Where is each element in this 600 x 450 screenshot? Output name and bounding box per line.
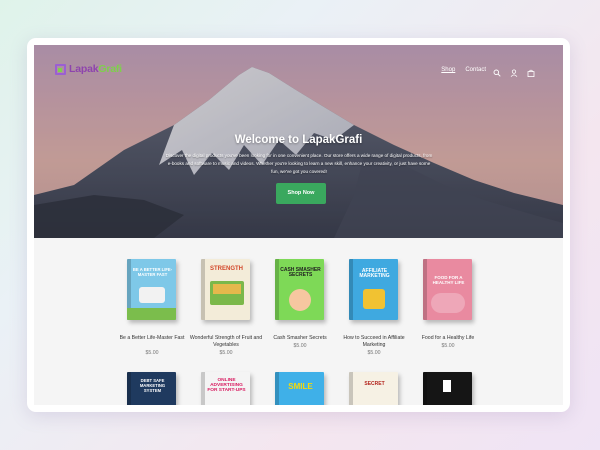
shop-now-button[interactable]: Shop Now (276, 183, 326, 204)
cover-title: STRENGTH (210, 266, 243, 272)
search-icon[interactable] (493, 64, 501, 77)
header-icons (493, 64, 535, 77)
cover-title: SECRET (364, 381, 385, 387)
cover-title: DEBT SAFE MARKETING SYSTEM (139, 378, 166, 393)
product-price: $5.00 (219, 350, 233, 356)
product-price: $5.00 (293, 343, 307, 349)
store-page: LapakGrafi Shop Contact Welcome to Lapak… (34, 45, 563, 405)
nav-contact[interactable]: Contact (465, 67, 486, 73)
product-cover[interactable]: ONLINE ADVERTISING FOR START-UPS (201, 372, 250, 405)
product-name[interactable]: Cash Smasher Secrets (260, 335, 340, 342)
product-name[interactable]: How to Succeed in Affiliate Marketing (334, 335, 414, 349)
product-cover[interactable]: STRENGTH (201, 259, 250, 320)
cover-title: BE A BETTER LIFE-MASTER FAST (132, 267, 173, 277)
browser-frame: LapakGrafi Shop Contact Welcome to Lapak… (27, 38, 570, 412)
product-cover[interactable]: SMILE (275, 372, 324, 405)
product-cover[interactable]: AFFILIATE MARKETING (349, 259, 398, 320)
cover-title: ONLINE ADVERTISING FOR START-UPS (207, 378, 246, 393)
product-cover[interactable]: DEBT SAFE MARKETING SYSTEM (127, 372, 176, 405)
product-cover[interactable]: FOOD FOR A HEALTHY LIFE (423, 259, 472, 320)
nav-shop[interactable]: Shop (441, 67, 455, 73)
account-icon[interactable] (510, 64, 518, 77)
product-grid: BE A BETTER LIFE-MASTER FAST Be a Better… (34, 238, 563, 405)
logo-suffix: Grafi (98, 63, 122, 75)
product-price: $5.00 (367, 350, 381, 356)
logo-prefix: Lapak (69, 63, 99, 75)
logo[interactable]: LapakGrafi (55, 63, 122, 75)
product-name[interactable]: Food for a Healthy Life (408, 335, 488, 342)
product-cover[interactable]: BE A BETTER LIFE-MASTER FAST (127, 259, 176, 320)
hero-banner: LapakGrafi Shop Contact Welcome to Lapak… (34, 45, 563, 238)
logo-text: LapakGrafi (69, 63, 122, 75)
product-price: $5.00 (441, 343, 455, 349)
main-nav: Shop Contact (441, 67, 486, 73)
product-cover[interactable]: CASH SMASHER SECRETS (275, 259, 324, 320)
product-cover[interactable]: SECRET (349, 372, 398, 405)
cover-title: AFFILIATE MARKETING (359, 268, 390, 279)
hero-description: Discover the digital products you've bee… (165, 153, 433, 175)
cover-title: CASH SMASHER SECRETS (280, 267, 321, 278)
product-name[interactable]: Wonderful Strength of Fruit and Vegetabl… (186, 335, 266, 349)
product-price: $5.00 (145, 350, 159, 356)
cover-title: FOOD FOR A HEALTHY LIFE (432, 275, 465, 285)
cart-icon[interactable] (527, 64, 535, 77)
product-name[interactable]: Be a Better Life-Master Fast (112, 335, 192, 342)
hero-title: Welcome to LapakGrafi (234, 134, 363, 146)
cover-title: SMILE (288, 382, 313, 391)
logo-mark-icon (55, 63, 66, 75)
product-cover[interactable] (423, 372, 472, 405)
